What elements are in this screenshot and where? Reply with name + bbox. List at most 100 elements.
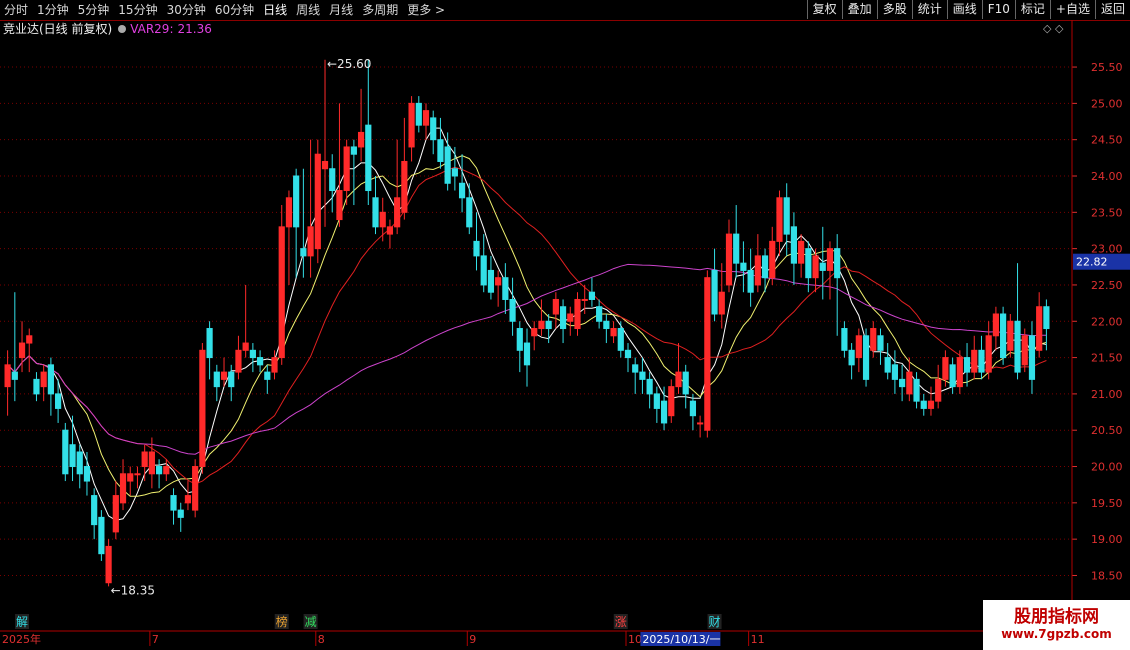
candle-body[interactable] — [1043, 306, 1050, 330]
candle-body[interactable] — [502, 277, 509, 300]
candle-body[interactable] — [949, 364, 956, 388]
candle-body[interactable] — [329, 168, 336, 192]
candle-body[interactable] — [603, 320, 610, 330]
candle-body[interactable] — [11, 371, 18, 380]
candle-body[interactable] — [285, 197, 293, 228]
candle-body[interactable] — [62, 429, 69, 475]
candle-body[interactable] — [235, 349, 242, 373]
candle-body[interactable] — [271, 357, 278, 373]
candle-body[interactable] — [141, 451, 148, 468]
event-marker[interactable]: 涨 — [615, 614, 627, 629]
tool-button-5[interactable]: F10 — [981, 0, 1015, 19]
tool-button-3[interactable]: 统计 — [911, 0, 947, 19]
candle-body[interactable] — [458, 182, 466, 199]
candle-body[interactable] — [617, 328, 624, 351]
candle-body[interactable] — [798, 240, 805, 264]
candle-body[interactable] — [18, 342, 26, 359]
candle-body[interactable] — [574, 298, 581, 330]
candle-body[interactable] — [624, 349, 632, 359]
candle-body[interactable] — [545, 320, 552, 330]
candle-body[interactable] — [69, 444, 76, 468]
candle-body[interactable] — [567, 313, 574, 322]
candle-body[interactable] — [675, 371, 682, 388]
candle-body[interactable] — [155, 466, 163, 475]
candle-body[interactable] — [805, 248, 812, 279]
candle-body[interactable] — [769, 240, 776, 279]
period-tab-3[interactable]: 15分钟 — [118, 2, 157, 18]
candle-body[interactable] — [747, 269, 754, 293]
candle-body[interactable] — [473, 240, 480, 257]
candle-body[interactable] — [588, 291, 596, 300]
event-marker[interactable]: 减 — [305, 615, 317, 629]
candle-body[interactable] — [855, 335, 862, 359]
candle-body[interactable] — [112, 495, 119, 533]
tool-button-8[interactable]: 返回 — [1094, 0, 1130, 19]
candle-body[interactable] — [538, 320, 545, 330]
candle-body[interactable] — [913, 378, 920, 402]
candle-body[interactable] — [199, 349, 206, 468]
candle-body[interactable] — [495, 277, 502, 286]
candle-body[interactable] — [148, 451, 155, 475]
tool-button-6[interactable]: 标记 — [1014, 0, 1050, 19]
candle-body[interactable] — [725, 233, 733, 286]
candle-body[interactable] — [819, 262, 826, 271]
candle-body[interactable] — [812, 255, 819, 279]
candle-body[interactable] — [834, 248, 841, 279]
tool-button-2[interactable]: 多股 — [876, 0, 912, 19]
candle-body[interactable] — [1000, 313, 1007, 359]
candle-body[interactable] — [956, 357, 963, 388]
tool-button-7[interactable]: +自选 — [1049, 0, 1095, 19]
candle-body[interactable] — [55, 393, 62, 409]
candle-body[interactable] — [841, 328, 848, 351]
candle-body[interactable] — [646, 378, 653, 395]
candle-body[interactable] — [581, 298, 588, 301]
candle-body[interactable] — [76, 451, 83, 475]
period-tab-6[interactable]: 日线 — [263, 2, 287, 18]
candle-body[interactable] — [704, 277, 711, 431]
candle-body[interactable] — [610, 328, 617, 337]
candle-body[interactable] — [134, 473, 141, 476]
candle-body[interactable] — [256, 357, 264, 366]
candle-body[interactable] — [379, 211, 386, 228]
candle-body[interactable] — [826, 248, 834, 271]
candle-body[interactable] — [718, 291, 725, 315]
candle-body[interactable] — [884, 357, 891, 373]
candle-body[interactable] — [682, 371, 689, 395]
candle-body[interactable] — [523, 342, 531, 366]
period-tab-5[interactable]: 60分钟 — [215, 2, 254, 18]
candle-body[interactable] — [242, 342, 249, 351]
candle-body[interactable] — [394, 197, 401, 228]
candle-body[interactable] — [559, 306, 567, 330]
tool-button-0[interactable]: 复权 — [806, 0, 842, 19]
candle-body[interactable] — [163, 466, 170, 475]
candle-body[interactable] — [307, 226, 314, 257]
candle-body[interactable] — [906, 371, 913, 395]
candle-body[interactable] — [372, 197, 379, 228]
candle-body[interactable] — [466, 197, 473, 228]
candle-body[interactable] — [733, 233, 740, 264]
candle-body[interactable] — [33, 378, 40, 395]
candle-body[interactable] — [451, 168, 458, 177]
candle-body[interactable] — [870, 328, 877, 351]
candle-body[interactable] — [740, 262, 747, 271]
candle-body[interactable] — [516, 328, 523, 351]
candle-body[interactable] — [668, 386, 675, 417]
candle-body[interactable] — [848, 349, 855, 366]
candle-body[interactable] — [26, 335, 33, 344]
candle-body[interactable] — [47, 364, 54, 395]
candle-body[interactable] — [1036, 306, 1043, 351]
candle-body[interactable] — [552, 298, 559, 315]
candle-body[interactable] — [40, 371, 47, 388]
candle-body[interactable] — [91, 495, 98, 526]
candle-body[interactable] — [639, 371, 646, 380]
candle-body[interactable] — [4, 364, 11, 388]
candle-body[interactable] — [891, 364, 899, 380]
candle-body[interactable] — [336, 190, 343, 221]
candle-body[interactable] — [343, 146, 350, 192]
candle-body[interactable] — [862, 335, 870, 380]
candle-body[interactable] — [278, 226, 285, 359]
candle-body[interactable] — [83, 466, 91, 482]
tool-button-1[interactable]: 叠加 — [841, 0, 877, 19]
candle-body[interactable] — [415, 102, 422, 126]
candle-body[interactable] — [660, 400, 668, 424]
